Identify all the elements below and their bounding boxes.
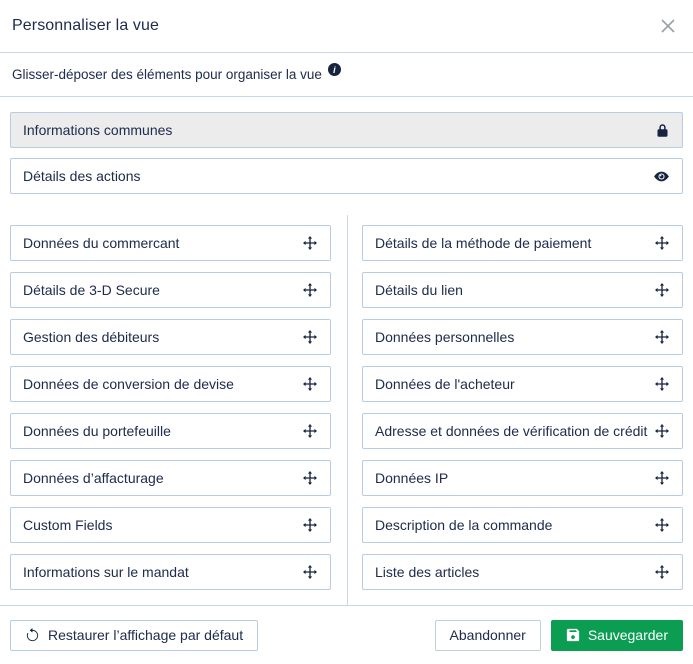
drag-columns: Données du commercant Détails de 3-D Sec… — [10, 215, 683, 605]
drag-item-label: Liste des articles — [375, 564, 480, 580]
drag-item-label: Données de l'acheteur — [375, 376, 515, 392]
drag-item-label: Adresse et données de vérification de cr… — [375, 423, 648, 439]
move-icon[interactable] — [302, 564, 318, 580]
drag-item-label: Données de conversion de devise — [23, 376, 234, 392]
undo-icon — [25, 627, 40, 643]
modal-header: Personnaliser la vue — [0, 0, 693, 53]
move-icon[interactable] — [654, 470, 670, 486]
drag-item[interactable]: Détails de la méthode de paiement — [362, 225, 683, 261]
close-button[interactable] — [657, 15, 679, 37]
drag-item[interactable]: Détails de 3-D Secure — [10, 272, 331, 308]
drag-item-label: Informations sur le mandat — [23, 564, 189, 580]
drag-item[interactable]: Données IP — [362, 460, 683, 496]
drag-item-label: Gestion des débiteurs — [23, 329, 160, 345]
drag-item[interactable]: Adresse et données de vérification de cr… — [362, 413, 683, 449]
move-icon[interactable] — [654, 564, 670, 580]
save-label: Sauvegarder — [587, 627, 668, 643]
cancel-label: Abandonner — [449, 627, 526, 643]
restore-default-button[interactable]: Restaurer l’affichage par défaut — [10, 619, 259, 651]
section-details-des-actions: Détails des actions — [10, 158, 683, 194]
eye-icon[interactable] — [653, 168, 670, 185]
drag-item-label: Données du portefeuille — [23, 423, 171, 439]
move-icon[interactable] — [654, 423, 670, 439]
drag-drop-hint-text: Glisser-déposer des éléments pour organi… — [12, 67, 322, 82]
drag-item-label: Détails de 3-D Secure — [23, 282, 160, 298]
drag-item-label: Données IP — [375, 470, 449, 486]
lock-icon — [655, 123, 670, 138]
drag-item[interactable]: Données du commercant — [10, 225, 331, 261]
drag-item[interactable]: Données de conversion de devise — [10, 366, 331, 402]
drag-item-label: Données d’affacturage — [23, 470, 164, 486]
drag-column-left: Données du commercant Détails de 3-D Sec… — [10, 225, 331, 590]
modal-footer: Restaurer l’affichage par défaut Abandon… — [0, 605, 693, 664]
section-label: Détails des actions — [23, 168, 141, 184]
move-icon[interactable] — [654, 329, 670, 345]
move-icon[interactable] — [302, 329, 318, 345]
drag-item-label: Données du commercant — [23, 235, 180, 251]
drag-item[interactable]: Informations sur le mandat — [10, 554, 331, 590]
section-informations-communes: Informations communes — [10, 112, 683, 148]
move-icon[interactable] — [654, 235, 670, 251]
footer-actions: Abandonner Sauvegarder — [434, 619, 683, 651]
drag-item-label: Données personnelles — [375, 329, 515, 345]
drag-item[interactable]: Description de la commande — [362, 507, 683, 543]
cancel-button[interactable]: Abandonner — [434, 619, 541, 651]
drag-item-label: Custom Fields — [23, 517, 113, 533]
drag-item[interactable]: Données personnelles — [362, 319, 683, 355]
move-icon[interactable] — [654, 376, 670, 392]
drag-item[interactable]: Liste des articles — [362, 554, 683, 590]
move-icon[interactable] — [302, 282, 318, 298]
fixed-sections: Informations communes Détails des action… — [10, 112, 683, 194]
drag-item[interactable]: Custom Fields — [10, 507, 331, 543]
restore-default-label: Restaurer l’affichage par défaut — [48, 627, 244, 643]
save-icon — [566, 628, 580, 642]
move-icon[interactable] — [302, 517, 318, 533]
drag-drop-hint: Glisser-déposer des éléments pour organi… — [0, 53, 693, 97]
move-icon[interactable] — [302, 470, 318, 486]
move-icon[interactable] — [302, 423, 318, 439]
move-icon[interactable] — [302, 235, 318, 251]
close-icon — [659, 17, 677, 35]
drag-item[interactable]: Détails du lien — [362, 272, 683, 308]
drag-item-label: Description de la commande — [375, 517, 553, 533]
drag-item[interactable]: Données d’affacturage — [10, 460, 331, 496]
customize-view-modal: Personnaliser la vue Glisser-déposer des… — [0, 0, 693, 664]
info-icon[interactable]: i — [327, 63, 341, 76]
drag-item-label: Détails du lien — [375, 282, 463, 298]
page-title: Personnaliser la vue — [12, 17, 159, 34]
move-icon[interactable] — [302, 376, 318, 392]
section-label: Informations communes — [23, 122, 173, 138]
move-icon[interactable] — [654, 517, 670, 533]
move-icon[interactable] — [654, 282, 670, 298]
save-button[interactable]: Sauvegarder — [550, 619, 683, 651]
drag-column-right: Détails de la méthode de paiement Détail… — [362, 225, 683, 590]
drag-item[interactable]: Données du portefeuille — [10, 413, 331, 449]
drag-item[interactable]: Gestion des débiteurs — [10, 319, 331, 355]
drag-item[interactable]: Données de l'acheteur — [362, 366, 683, 402]
drag-item-label: Détails de la méthode de paiement — [375, 235, 592, 251]
